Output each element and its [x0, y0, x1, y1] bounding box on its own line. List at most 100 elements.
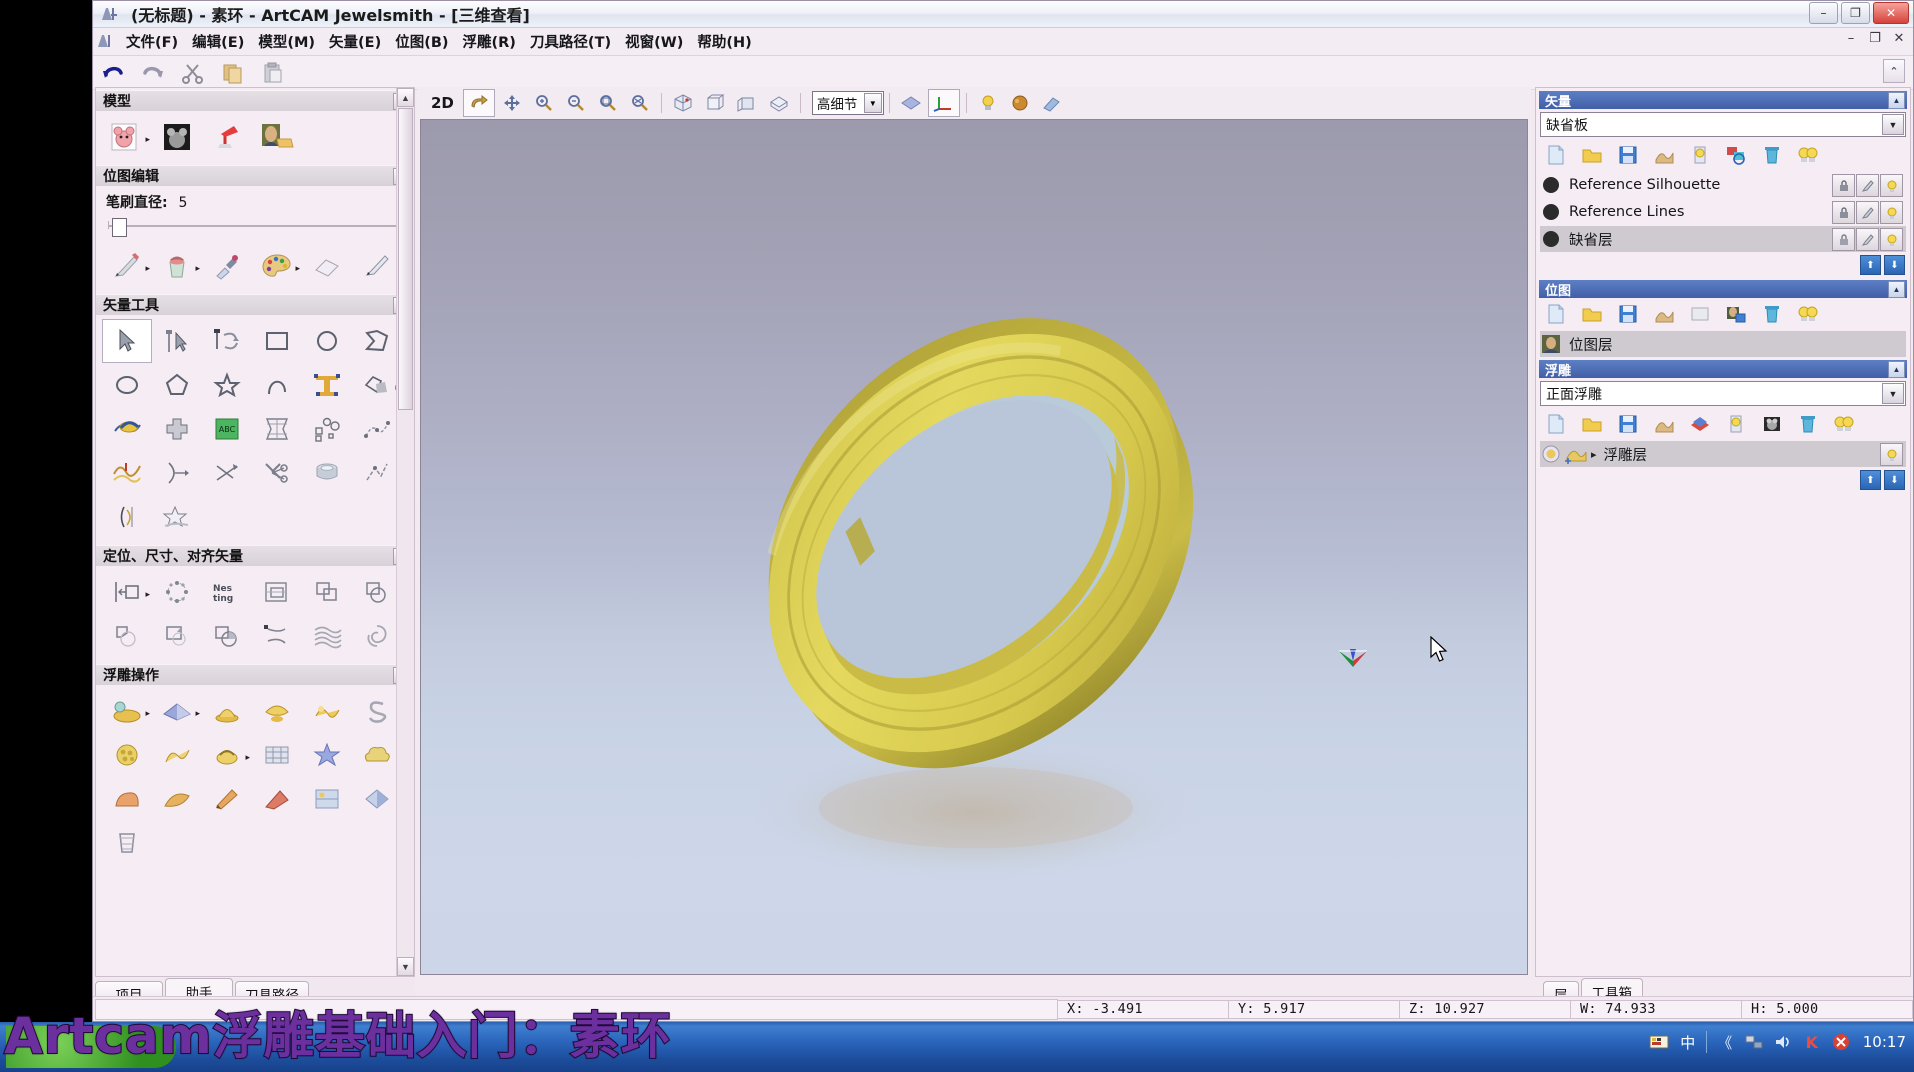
duplicate-layer-icon[interactable] — [1648, 142, 1679, 168]
three-d-viewport[interactable] — [420, 119, 1528, 975]
tool-distort[interactable] — [252, 407, 302, 451]
show-hidden-icons-icon[interactable]: 《 — [1714, 1031, 1736, 1053]
tool-image-to-relief[interactable] — [252, 115, 302, 159]
panel-header-relief[interactable]: 浮雕 ▲ — [1539, 360, 1907, 379]
tool-rectangle[interactable] — [252, 319, 302, 363]
layer-bitmap[interactable]: 位图层 — [1540, 331, 1906, 357]
taskbar-clock[interactable]: 10:17 — [1863, 1033, 1906, 1051]
tool-transform[interactable] — [202, 319, 252, 363]
tool-measure[interactable] — [202, 451, 252, 495]
pan-view-icon[interactable] — [497, 90, 527, 116]
panel-header-bitmap[interactable]: 位图 ▲ — [1539, 280, 1907, 299]
tool-connect-vectors[interactable] — [352, 451, 402, 495]
tool-relief-star[interactable] — [302, 733, 352, 777]
expand-arrow-icon[interactable]: ▸ — [1591, 448, 1597, 461]
zoom-in-icon[interactable] — [529, 90, 559, 116]
network-icon[interactable] — [1743, 1031, 1765, 1053]
iso-view-icon[interactable] — [668, 90, 698, 116]
tool-combine-vectors[interactable] — [202, 614, 252, 658]
tool-spiral-pattern[interactable] — [352, 614, 402, 658]
view-mode-2d-button[interactable]: 2D — [431, 94, 454, 112]
lock-layer-icon[interactable] — [1832, 201, 1855, 224]
save-relief-icon[interactable] — [1612, 411, 1643, 437]
chevron-up-icon[interactable]: ▲ — [1888, 92, 1905, 109]
tool-nesting[interactable]: Nes ting — [202, 570, 252, 614]
tool-text[interactable] — [302, 363, 352, 407]
zoom-out-icon[interactable] — [561, 90, 591, 116]
open-relief-icon[interactable] — [1576, 411, 1607, 437]
add-relief-layer-icon[interactable] — [1564, 443, 1588, 465]
tool-relief-paste[interactable]: ▸ — [102, 689, 152, 733]
tool-relief-cloud[interactable] — [352, 733, 402, 777]
undo-icon[interactable] — [96, 59, 130, 87]
menu-file[interactable]: 文件(F) — [119, 29, 185, 54]
tool-polygon[interactable] — [152, 363, 202, 407]
tool-relief-weave[interactable] — [252, 733, 302, 777]
tool-relief-dome[interactable] — [252, 689, 302, 733]
zoom-fit-icon[interactable] — [625, 90, 655, 116]
restore-button[interactable]: ❐ — [1841, 2, 1870, 24]
new-bitmap-icon[interactable] — [1540, 301, 1571, 327]
tool-paint-bucket[interactable]: ▸ — [152, 244, 202, 288]
section-header-relief-operations[interactable]: 浮雕操作 ▲ — [96, 664, 414, 685]
side-view-icon[interactable] — [732, 90, 762, 116]
layer-reference-lines[interactable]: Reference Lines — [1540, 199, 1906, 225]
tool-wave-pattern[interactable] — [302, 614, 352, 658]
tool-lamp-light-setup[interactable] — [202, 115, 252, 159]
tool-relief-plane[interactable]: ▸ — [152, 689, 202, 733]
tool-ring-sizer[interactable] — [102, 495, 152, 539]
section-header-model[interactable]: 模型 ▲ — [96, 90, 414, 111]
tool-grayscale-model[interactable] — [152, 115, 202, 159]
relief-side-select[interactable]: 正面浮雕 ▼ — [1540, 381, 1906, 406]
move-relief-down-button[interactable]: ⬇ — [1884, 470, 1905, 490]
tool-arrow-icon[interactable]: ▸ — [145, 263, 150, 274]
tool-eyedropper[interactable] — [202, 244, 252, 288]
tool-align-left[interactable]: ▸ — [102, 570, 152, 614]
section-header-vector-tools[interactable]: 矢量工具 ▲ — [96, 294, 414, 315]
tool-curve-fit[interactable] — [252, 614, 302, 658]
section-header-position-size-align[interactable]: 定位、尺寸、对齐矢量 ▲ — [96, 545, 414, 566]
tool-relief-spin[interactable]: ▸ — [202, 733, 252, 777]
tool-offset-vector[interactable] — [152, 451, 202, 495]
tool-trim-vectors[interactable] — [252, 451, 302, 495]
tool-star[interactable] — [202, 363, 252, 407]
tool-vector-doctor[interactable] — [152, 407, 202, 451]
tool-circle[interactable] — [102, 363, 152, 407]
ime-keyboard-icon[interactable] — [1648, 1031, 1670, 1053]
tool-eraser[interactable] — [302, 244, 352, 288]
layer-visibility-icon[interactable] — [1684, 142, 1715, 168]
zoom-window-icon[interactable] — [593, 90, 623, 116]
tool-arrow-icon[interactable]: ▸ — [245, 752, 250, 763]
slider-knob[interactable] — [112, 218, 127, 237]
tool-select-arrow[interactable] — [102, 319, 152, 363]
mdi-minimize-button[interactable]: – — [1843, 31, 1859, 46]
chevron-down-icon[interactable]: ▼ — [1882, 114, 1904, 135]
tool-extrude-ring[interactable] — [302, 451, 352, 495]
lock-layer-icon[interactable] — [1832, 228, 1855, 251]
menu-relief[interactable]: 浮雕(R) — [456, 29, 523, 54]
tool-group-vectors[interactable] — [302, 570, 352, 614]
top-view-icon[interactable] — [764, 90, 794, 116]
show-all-layers-icon[interactable] — [1792, 142, 1823, 168]
tool-relief-layers[interactable] — [302, 777, 352, 821]
menu-bitmap[interactable]: 位图(B) — [388, 29, 455, 54]
tool-pen-draw[interactable] — [352, 244, 402, 288]
tool-relief-blend[interactable] — [152, 777, 202, 821]
left-dock-scrollbar[interactable]: ▲ ▼ — [396, 88, 414, 976]
tool-subtract-vectors[interactable] — [102, 614, 152, 658]
tool-star-cluster[interactable] — [152, 495, 202, 539]
tool-text-on-curve[interactable] — [102, 407, 152, 451]
layer-visibility-icon[interactable] — [1880, 201, 1903, 224]
edit-layer-icon[interactable] — [1856, 201, 1879, 224]
bitmap-to-vector-icon[interactable] — [1720, 301, 1751, 327]
chevron-up-icon[interactable]: ▲ — [1888, 361, 1905, 378]
tool-pencil[interactable]: ▸ — [102, 244, 152, 288]
new-relief-icon[interactable] — [1540, 411, 1571, 437]
layer-visibility-icon[interactable] — [1880, 174, 1903, 197]
tool-relief-column[interactable] — [102, 821, 152, 865]
edit-layer-icon[interactable] — [1856, 228, 1879, 251]
layer-relief[interactable]: ▸ 浮雕层 — [1540, 441, 1906, 467]
tool-vector-merge[interactable]: ▸ — [352, 363, 402, 407]
tool-nest-shapes[interactable] — [302, 407, 352, 451]
chevron-down-icon[interactable]: ▼ — [863, 93, 882, 113]
